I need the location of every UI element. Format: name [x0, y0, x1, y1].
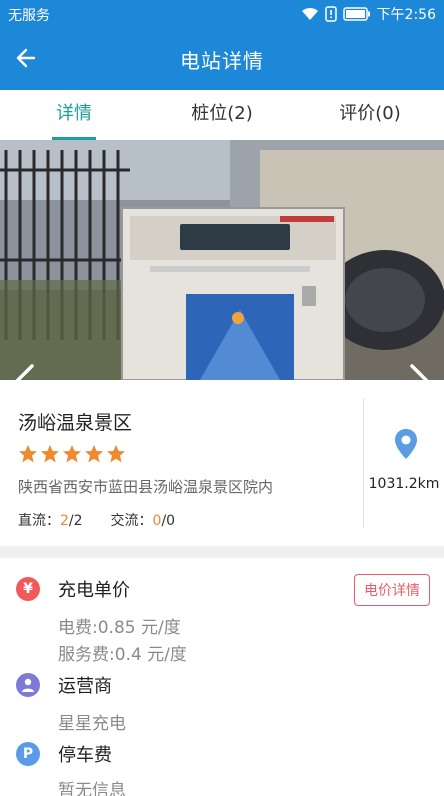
star-icon — [41, 445, 59, 463]
clock-text: 下午2:56 — [376, 7, 436, 23]
price-details-button[interactable]: 电价详情 — [354, 574, 430, 606]
parking-icon: P — [16, 742, 40, 766]
price-title: 充电单价 — [58, 580, 130, 601]
photo-carousel[interactable] — [0, 140, 444, 380]
dc-available: 2 — [60, 513, 69, 529]
location-pin-icon — [395, 429, 417, 459]
ac-ports: 交流：0/0 — [111, 510, 176, 530]
operator-value: 星星充电 — [58, 714, 126, 734]
star-icon — [107, 445, 125, 463]
operator-title: 运营商 — [58, 676, 112, 697]
wifi-icon — [301, 7, 319, 21]
station-detail-card: ¥ 充电单价 电价详情 电费:0.85 元/度 服务费:0.4 元/度 运营商 … — [0, 558, 444, 796]
dc-ports: 直流：2/2 — [18, 510, 83, 530]
station-info-card: 汤峪温泉景区 陕西省西安市蓝田县汤峪温泉景区院内 直流：2/2 交流：0/0 1… — [0, 380, 444, 546]
station-name: 汤峪温泉景区 — [18, 412, 133, 434]
station-address: 陕西省西安市蓝田县汤峪温泉景区院内 — [18, 478, 274, 496]
yuan-icon: ¥ — [16, 577, 40, 601]
tab-details[interactable]: 详情 — [0, 90, 148, 140]
page-title: 电站详情 — [180, 49, 264, 73]
distance-text: 1031.2km — [368, 476, 440, 492]
alert-sim-icon — [324, 6, 337, 22]
status-icons: 下午2:56 — [301, 4, 436, 24]
station-photo — [0, 140, 444, 380]
parking-title: 停车费 — [58, 745, 112, 766]
dc-label: 直流： — [18, 513, 60, 529]
dc-total: /2 — [68, 513, 83, 529]
tab-piles[interactable]: 桩位(2) — [148, 90, 296, 140]
ac-total: /0 — [161, 513, 176, 529]
battery-icon — [342, 7, 371, 21]
rating-stars — [18, 444, 126, 464]
star-icon — [85, 445, 103, 463]
service-fee: 服务费:0.4 元/度 — [58, 645, 187, 665]
tab-reviews[interactable]: 评价(0) — [296, 90, 444, 140]
parking-value: 暂无信息 — [58, 781, 126, 796]
ac-label: 交流： — [110, 513, 153, 529]
status-bar: 无服务 下午2:56 — [0, 0, 444, 28]
port-availability: 直流：2/2 交流：0/0 — [18, 510, 175, 530]
star-icon — [63, 445, 81, 463]
user-icon — [16, 673, 40, 697]
navigate-button[interactable]: 1031.2km — [364, 380, 444, 546]
electricity-fee: 电费:0.85 元/度 — [58, 618, 181, 638]
star-icon — [19, 445, 37, 463]
carrier-text: 无服务 — [8, 8, 50, 24]
nav-bar: 电站详情 — [0, 28, 444, 90]
tab-bar: 详情 桩位(2) 评价(0) — [0, 90, 444, 140]
